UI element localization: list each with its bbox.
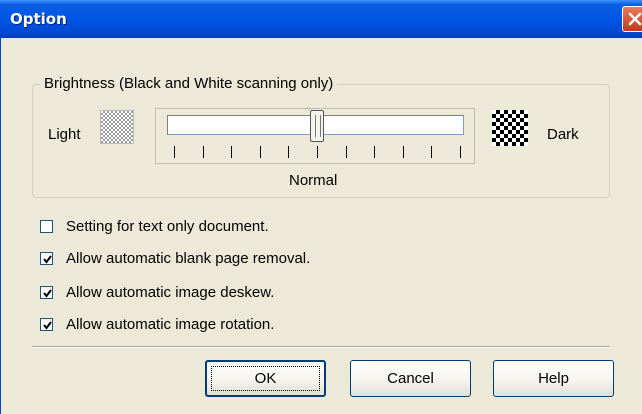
slider-tick	[403, 146, 404, 158]
checkbox-text-only[interactable]	[40, 220, 53, 233]
normal-label: Normal	[289, 172, 338, 189]
slider-tick	[203, 146, 204, 158]
option-label-text-only: Setting for text only document.	[66, 218, 269, 235]
option-label-image-deskew: Allow automatic image deskew.	[66, 284, 275, 301]
brightness-slider-thumb[interactable]	[310, 110, 324, 142]
slider-tick	[288, 146, 289, 158]
option-label-image-rotation: Allow automatic image rotation.	[66, 316, 275, 333]
slider-tick	[317, 146, 318, 158]
light-label: Light	[48, 126, 81, 143]
close-button[interactable]	[622, 6, 642, 32]
slider-tick	[431, 146, 432, 158]
checkmark-icon	[43, 289, 52, 298]
slider-tick	[346, 146, 347, 158]
checkbox-image-rotation[interactable]	[40, 318, 53, 331]
help-button[interactable]: Help	[493, 360, 614, 397]
light-pattern-icon	[100, 110, 134, 144]
close-icon	[628, 12, 642, 26]
cancel-button[interactable]: Cancel	[350, 360, 471, 397]
checkbox-image-deskew[interactable]	[40, 286, 53, 299]
option-label-blank-page-removal: Allow automatic blank page removal.	[66, 250, 311, 267]
slider-tick	[174, 146, 175, 158]
help-button-label: Help	[538, 370, 569, 387]
slider-tick	[231, 146, 232, 158]
checkbox-blank-page-removal[interactable]	[40, 252, 53, 265]
window-title: Option	[10, 10, 67, 28]
title-bar[interactable]: Option	[0, 0, 642, 38]
checkmark-icon	[43, 255, 52, 264]
dark-label: Dark	[547, 126, 579, 143]
focus-ring	[211, 366, 320, 391]
brightness-group-label: Brightness (Black and White scanning onl…	[40, 75, 338, 93]
ok-button[interactable]: OK	[205, 360, 326, 397]
slider-tick	[460, 146, 461, 158]
checkmark-icon	[43, 321, 52, 330]
cancel-button-label: Cancel	[387, 370, 434, 387]
separator	[32, 346, 610, 348]
dark-pattern-icon	[492, 110, 528, 146]
slider-tick	[374, 146, 375, 158]
slider-tick	[260, 146, 261, 158]
